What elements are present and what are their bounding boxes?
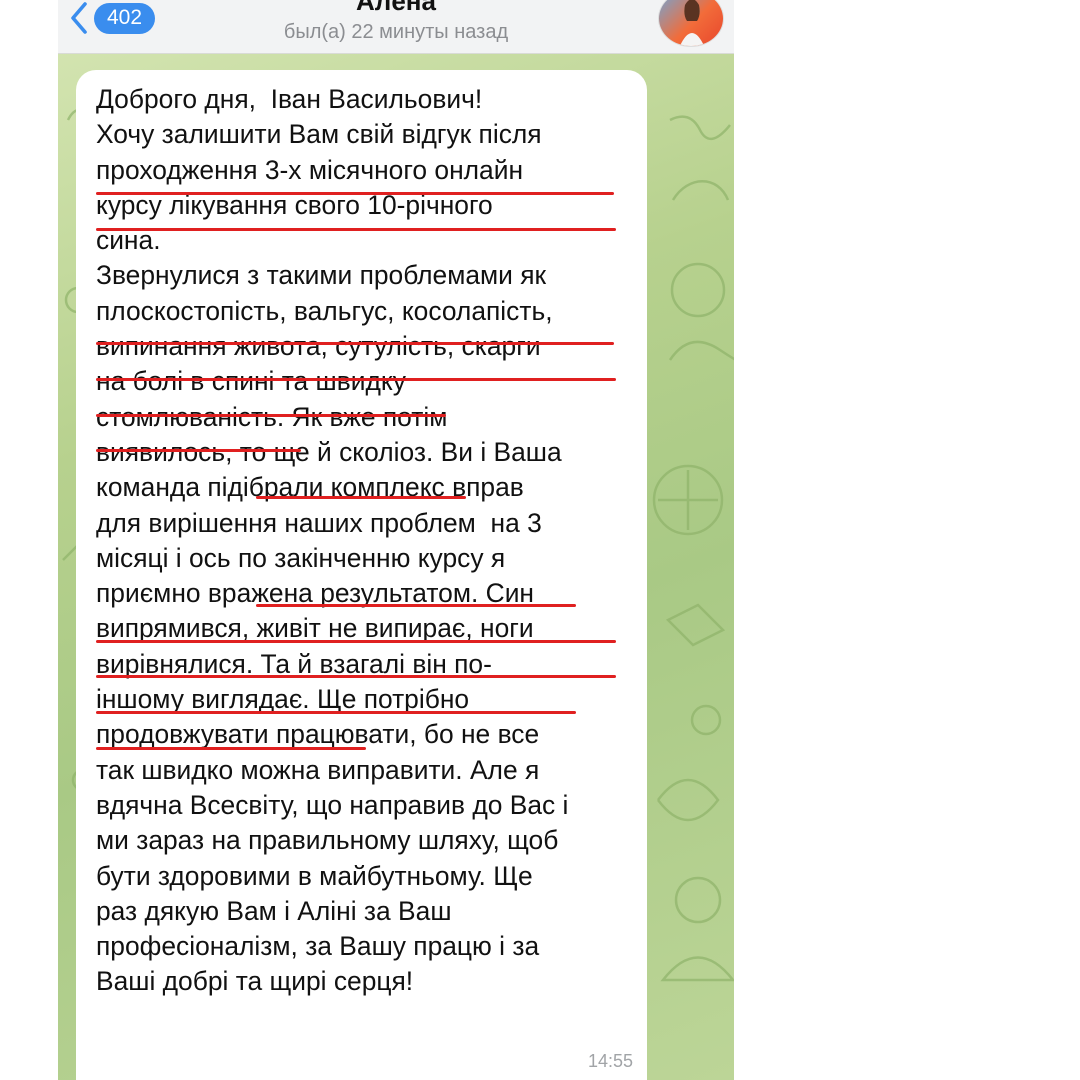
message-text: Доброго дня, Іван Васильович! Хочу залиш… [96,82,636,1000]
highlight-underline [96,228,616,231]
message-line: раз дякую Вам і Аліні за Ваш [96,895,452,926]
message-line: ми зараз на правильному шляху, щоб [96,825,559,856]
chat-header: 402 Алёна был(а) 22 минуты назад [58,0,734,54]
chat-window: 402 Алёна был(а) 22 минуты назад Доброго… [58,0,734,1080]
highlight-underline [96,449,301,452]
highlight-underline [96,378,616,381]
message-line: плоскостопість, вальгус, косолапість, [96,295,553,326]
screenshot: 402 Алёна был(а) 22 минуты назад Доброго… [0,0,1080,1080]
message-line: професіоналізм, за Вашу працю і за [96,931,540,962]
message-line: на болі в спині та швидку [96,366,406,397]
contact-name[interactable]: Алёна [58,0,734,17]
highlight-underline [96,747,366,750]
message-line: бути здоровими в майбутньому. Ще [96,860,533,891]
message-line: Звернулися з такими проблемами як [96,260,547,291]
highlight-underline [256,604,576,607]
message-line: так швидко можна виправити. Але я [96,754,540,785]
message-line: Хочу залишити Вам свій відгук після [96,119,542,150]
message-line: Ваші добрі та щирі серця! [96,966,414,997]
message-line: вдячна Всесвіту, що направив до Вас і [96,789,569,820]
message-line: стомлюваність. Як вже потім [96,401,448,432]
message-line: випинання живота, сутулість, скарги [96,331,541,362]
highlight-underline [96,675,616,678]
message-line: проходження 3-х місячного онлайн [96,154,524,185]
highlight-underline [96,711,576,714]
message-line: Доброго дня, Іван Васильович! [96,84,483,114]
highlight-underline [96,192,614,195]
message-line: команда підібрали комплекс вправ [96,472,524,503]
message-line: виявилось, то ще й сколіоз. Ви і Ваша [96,436,562,467]
message-bubble[interactable]: Доброго дня, Іван Васильович! Хочу залиш… [76,70,647,1080]
message-line: для вирішення наших проблем на 3 [96,507,542,538]
highlight-underline [96,342,614,345]
last-seen-status: был(а) 22 минуты назад [283,21,509,43]
message-timestamp: 14:55 [587,1051,633,1071]
highlight-underline [256,496,466,499]
highlight-underline [96,414,446,417]
highlight-underline [96,640,616,643]
message-line: місяці і ось по закінченню курсу я [96,542,506,573]
